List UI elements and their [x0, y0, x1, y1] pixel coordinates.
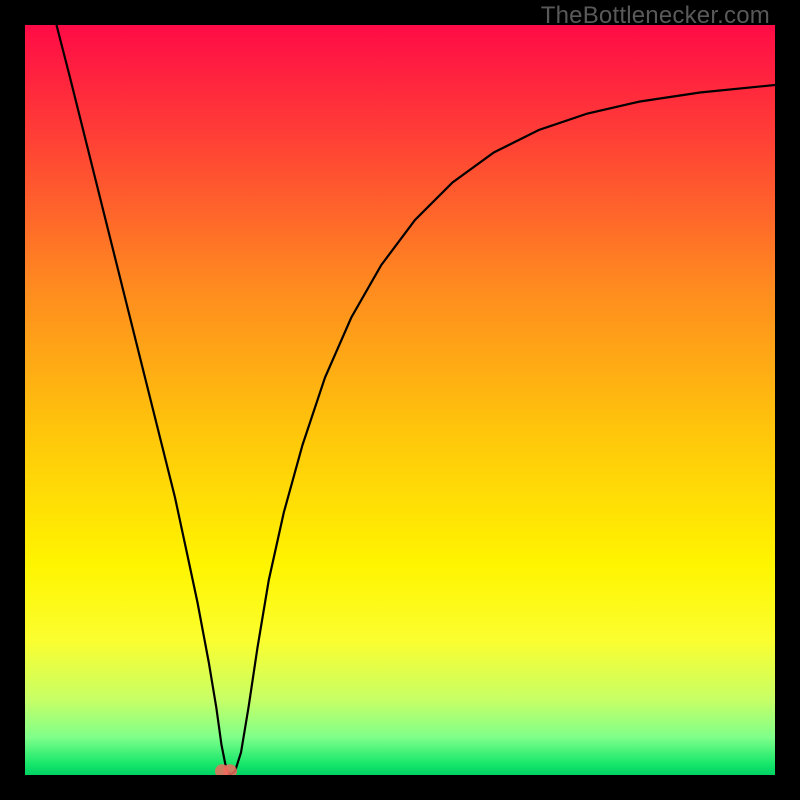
chart-frame [25, 25, 775, 775]
optimal-point-marker [215, 764, 237, 775]
gradient-background [25, 25, 775, 775]
bottleneck-chart [25, 25, 775, 775]
